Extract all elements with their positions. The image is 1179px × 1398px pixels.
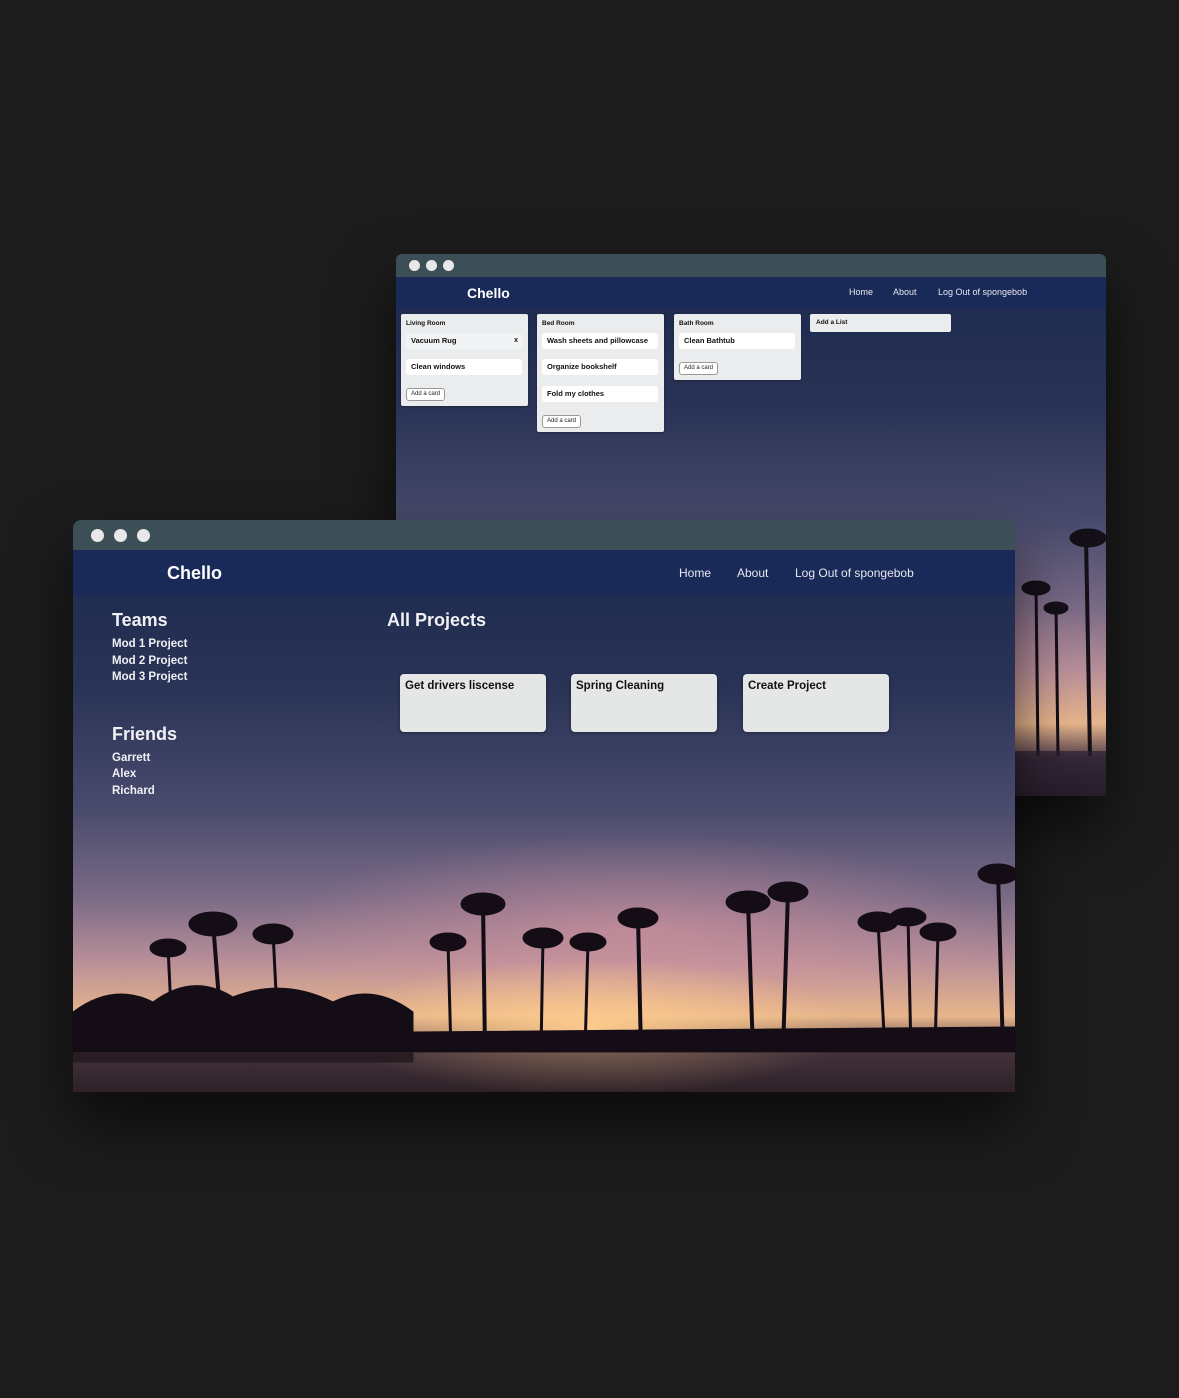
nav-home-link[interactable]: Home	[679, 566, 711, 580]
board-window-titlebar	[396, 254, 1106, 277]
card-item[interactable]: Organize bookshelf	[542, 359, 658, 375]
window-minimize-dot[interactable]	[426, 260, 437, 271]
project-card-title: Get drivers liscense	[405, 680, 515, 692]
window-maximize-dot[interactable]	[137, 529, 150, 542]
card-item[interactable]: Clean Bathtub	[679, 333, 795, 349]
nav-about-link[interactable]: About	[737, 566, 768, 580]
nav-home-link[interactable]: Home	[849, 287, 873, 297]
sunset-background: Chello Home About Log Out of spongebob T…	[73, 550, 1015, 1092]
card-text: Organize bookshelf	[547, 362, 617, 371]
board-navbar: Chello Home About Log Out of spongebob	[396, 277, 1106, 309]
card-item[interactable]: Clean windows	[406, 359, 522, 375]
list-title[interactable]: Bath Room	[679, 320, 714, 327]
palm-silhouette	[73, 863, 1015, 1092]
window-maximize-dot[interactable]	[443, 260, 454, 271]
team-item[interactable]: Mod 3 Project	[112, 671, 187, 683]
brand-logo[interactable]: Chello	[467, 285, 510, 301]
team-item[interactable]: Mod 2 Project	[112, 655, 187, 667]
project-card[interactable]: Spring Cleaning	[571, 674, 717, 732]
card-text: Clean Bathtub	[684, 336, 735, 345]
dashboard-window: Chello Home About Log Out of spongebob T…	[73, 520, 1015, 1092]
project-card-title: Spring Cleaning	[576, 680, 665, 692]
list-living-room: Living Room Vacuum Rug x Clean windows A…	[401, 314, 528, 406]
dashboard-navbar: Chello Home About Log Out of spongebob	[73, 550, 1015, 595]
add-card-button[interactable]: Add a card	[542, 415, 582, 428]
add-list-button[interactable]: Add a List	[810, 314, 951, 332]
list-bed-room: Bed Room Wash sheets and pillowcase Orga…	[537, 314, 664, 432]
nav-logout-link[interactable]: Log Out of spongebob	[795, 566, 914, 580]
list-title[interactable]: Bed Room	[542, 320, 575, 327]
card-item[interactable]: Fold my clothes	[542, 386, 658, 402]
brand-logo[interactable]: Chello	[167, 563, 222, 584]
card-text: Clean windows	[411, 362, 466, 371]
card-text: Wash sheets and pillowcase	[547, 336, 649, 345]
friend-item[interactable]: Richard	[112, 785, 155, 797]
card-text: Vacuum Rug	[411, 336, 457, 345]
card-text: Fold my clothes	[547, 389, 605, 398]
create-project-card[interactable]: Create Project	[743, 674, 889, 732]
friends-heading: Friends	[112, 724, 178, 744]
add-card-button[interactable]: Add a card	[406, 388, 446, 401]
dashboard-window-titlebar	[73, 520, 1015, 550]
teams-heading: Teams	[112, 610, 168, 630]
team-item[interactable]: Mod 1 Project	[112, 638, 187, 650]
window-close-dot[interactable]	[409, 260, 420, 271]
card-item[interactable]: Vacuum Rug x	[406, 333, 522, 349]
card-item[interactable]: Wash sheets and pillowcase	[542, 333, 658, 349]
list-bath-room: Bath Room Clean Bathtub Add a card	[674, 314, 801, 380]
friend-item[interactable]: Garrett	[112, 752, 150, 764]
project-card-title: Create Project	[748, 680, 826, 692]
friend-item[interactable]: Alex	[112, 768, 136, 780]
window-close-dot[interactable]	[91, 529, 104, 542]
nav-logout-link[interactable]: Log Out of spongebob	[938, 287, 1027, 297]
nav-about-link[interactable]: About	[893, 287, 917, 297]
project-card[interactable]: Get drivers liscense	[400, 674, 546, 732]
window-minimize-dot[interactable]	[114, 529, 127, 542]
list-title[interactable]: Living Room	[406, 320, 445, 327]
all-projects-heading: All Projects	[387, 610, 487, 630]
card-delete-icon[interactable]: x	[514, 333, 518, 349]
add-card-button[interactable]: Add a card	[679, 362, 719, 375]
